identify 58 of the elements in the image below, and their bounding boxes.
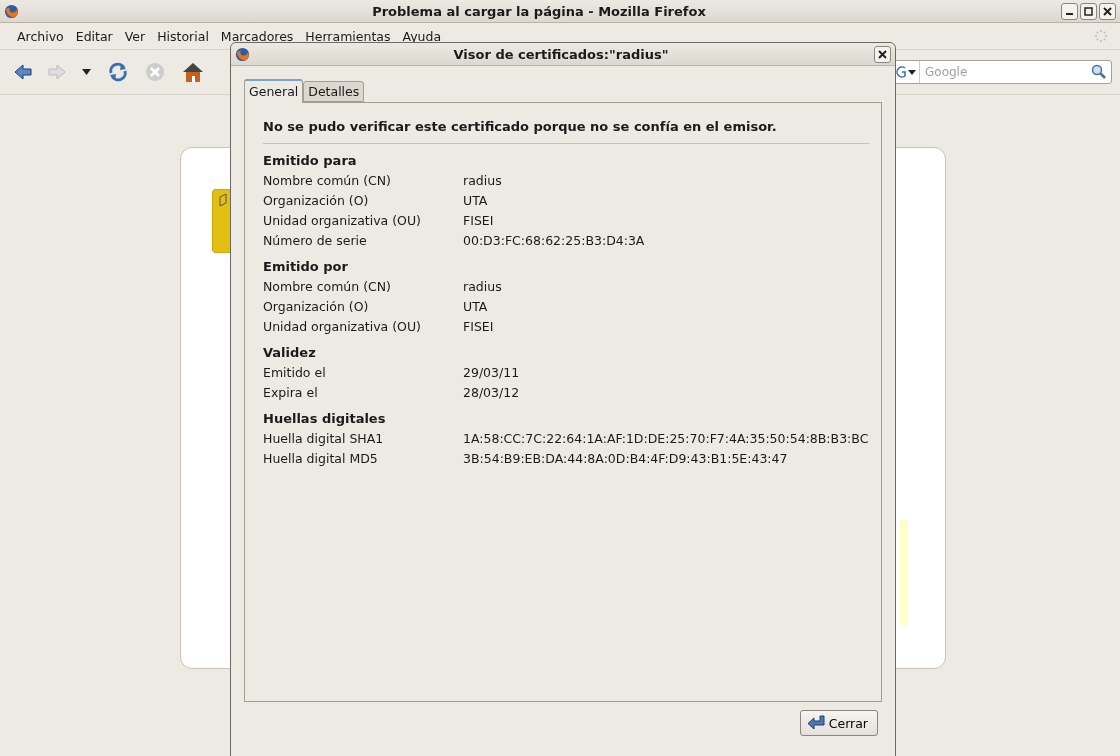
warning-message: No se pudo verificar este certificado porque no se confía en el emisor. [263,115,869,144]
close-icon [878,49,887,59]
firefox-logo-icon [4,3,19,19]
field-label: Número de serie [263,232,368,250]
minimize-icon [1066,13,1073,15]
field-label: Organización (O) [263,298,370,316]
dropdown-caret-icon[interactable] [908,69,916,75]
field-value: 3B:54:B9:EB:DA:44:8A:0D:B4:4F:D9:43:B1:5E:43:47 [463,450,788,468]
field-value: radius [463,172,502,190]
close-button[interactable] [1099,2,1116,20]
field-label: Nombre común (CN) [263,172,392,190]
menu-item[interactable]: Ayuda [397,28,449,44]
section-heading: Validez [263,344,317,362]
menu-item[interactable]: Herramientas [300,28,398,44]
field-value: UTA [463,192,488,210]
menu-item[interactable]: Marcadores [215,28,301,44]
field-value: UTA [463,298,488,316]
minimize-button[interactable] [1061,2,1078,20]
menu-item[interactable]: Editar [70,28,120,44]
field-value: FISEI [463,212,494,230]
tab[interactable]: General [244,79,304,103]
section-heading: Huellas digitales [263,410,387,428]
menu-item[interactable]: Historial [152,28,216,44]
tab[interactable]: Detalles [303,81,365,102]
field-label: Expira el [263,384,319,402]
maximize-button[interactable] [1080,2,1097,20]
search-engine-icon[interactable] [896,65,906,79]
menu-item[interactable]: Archivo [12,28,71,44]
reload-icon[interactable] [107,61,129,83]
home-icon[interactable] [181,61,205,83]
firefox-logo-icon [235,46,250,62]
back-arrow-icon[interactable] [14,64,32,80]
window-title: Problema al cargar la página - Mozilla Firefox [371,3,707,19]
dialog-title: Visor de certificados:"radius" [452,46,670,62]
dropdown-caret-icon[interactable] [82,69,91,75]
field-value: radius [463,278,502,296]
return-arrow-icon [806,715,825,731]
search-icon[interactable] [1091,64,1107,80]
close-dialog-button[interactable]: Cerrar [799,710,878,736]
field-label: Huella digital SHA1 [263,430,385,448]
menu-item[interactable]: Ver [119,28,153,44]
field-label: Unidad organizativa (OU) [263,318,422,336]
section-heading: Emitido para [263,152,358,170]
section-heading: Emitido por [263,258,349,276]
field-value: 00:D3:FC:68:62:25:B3:D4:3A [463,232,645,250]
field-value: 1A:58:CC:7C:22:64:1A:AF:1D:DE:25:70:F7:4A:35:50:54:8B:B3:BC [463,430,869,448]
close-button[interactable] [874,45,891,63]
field-label: Organización (O) [263,192,370,210]
field-value: 28/03/12 [463,384,520,402]
field-label: Unidad organizativa (OU) [263,212,422,230]
field-label: Emitido el [263,364,327,382]
maximize-icon [1084,6,1093,16]
field-label: Nombre común (CN) [263,278,392,296]
field-value: 29/03/11 [463,364,520,382]
field-label: Huella digital MD5 [263,450,379,468]
loading-spinner-icon [1094,29,1108,43]
field-value: FISEI [463,318,494,336]
close-icon [1103,6,1112,16]
